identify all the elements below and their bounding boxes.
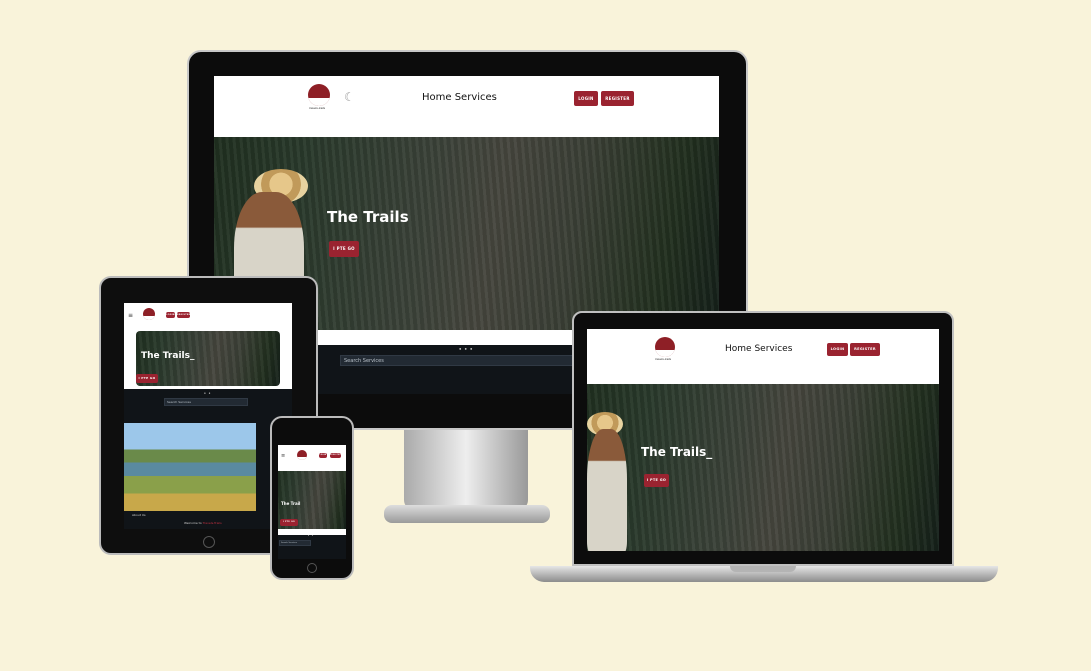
laptop-nav-links[interactable]: Home Services: [725, 344, 792, 354]
hero-go-button[interactable]: I PTE GO: [329, 241, 359, 257]
tablet-hero: The Trails_ I PTE GO: [136, 331, 280, 386]
laptop-logo-text: travels-trails: [655, 357, 672, 361]
tablet-hero-button[interactable]: I PTE GO: [136, 374, 158, 383]
tablet-login-button[interactable]: LOGIN: [166, 312, 175, 318]
moon-icon[interactable]: ☾: [344, 90, 355, 104]
phone-hero-button[interactable]: I PTE GO: [280, 519, 298, 526]
menu-icon[interactable]: ≡: [128, 312, 133, 319]
laptop-hero: The Trails_ I PTE GO: [587, 384, 939, 551]
phone: ≡ LOGIN REGISTER The Trail I PTE GO ● ● …: [270, 416, 354, 580]
laptop-login-button[interactable]: LOGIN: [827, 343, 848, 356]
desktop-navbar: travels-trails ☾ Home Services LOGIN REG…: [214, 76, 719, 137]
tablet-logo-icon[interactable]: [143, 308, 155, 320]
phone-screen: ≡ LOGIN REGISTER The Trail I PTE GO ● ● …: [278, 445, 346, 559]
landscape-image: [124, 423, 256, 511]
phone-menu-icon[interactable]: ≡: [281, 453, 285, 459]
phone-hero: The Trail I PTE GO: [278, 471, 346, 529]
laptop-screen: travels-trails Home Services LOGIN REGIS…: [587, 329, 939, 551]
laptop: travels-trails Home Services LOGIN REGIS…: [572, 311, 954, 566]
phone-home-button[interactable]: [307, 563, 317, 573]
tablet-screen: ≡ LOGIN REGISTER The Trails_ I PTE GO ● …: [124, 303, 292, 529]
laptop-hero-button[interactable]: I PTE GO: [644, 474, 669, 487]
laptop-navbar: travels-trails Home Services LOGIN REGIS…: [587, 329, 939, 384]
monitor-base: [384, 505, 550, 523]
carousel-dots[interactable]: ● ● ●: [459, 346, 473, 351]
tablet-navbar: ≡ LOGIN REGISTER: [124, 303, 292, 331]
register-button[interactable]: REGISTER: [601, 91, 634, 106]
logo-icon[interactable]: [308, 84, 330, 106]
about-label: About Us: [132, 513, 146, 517]
laptop-logo-icon[interactable]: [655, 337, 675, 357]
tablet-home-button[interactable]: [203, 536, 215, 548]
tablet-search-input[interactable]: Search Services: [164, 398, 248, 406]
phone-login-button[interactable]: LOGIN: [319, 453, 327, 458]
phone-hero-title: The Trail: [281, 501, 301, 506]
phone-register-button[interactable]: REGISTER: [330, 453, 341, 458]
laptop-woman-image: [587, 429, 627, 551]
phone-carousel-dots[interactable]: ● ●: [308, 535, 314, 537]
tablet-register-button[interactable]: REGISTER: [177, 312, 190, 318]
laptop-register-button[interactable]: REGISTER: [850, 343, 880, 356]
logo-text: travels-trails: [309, 106, 326, 110]
tablet-carousel-dots[interactable]: ● ●: [204, 391, 211, 395]
hero-title: The Trails: [327, 208, 409, 226]
search-input[interactable]: Search Services: [340, 355, 590, 366]
phone-navbar: ≡ LOGIN REGISTER: [278, 445, 346, 471]
nav-links[interactable]: Home Services: [422, 92, 497, 103]
tablet-hero-title: The Trails_: [141, 351, 195, 361]
welcome-text: Welcome to Travels-Trails: [184, 521, 222, 525]
laptop-hero-title: The Trails_: [641, 445, 713, 459]
login-button[interactable]: LOGIN: [574, 91, 598, 106]
phone-logo-icon[interactable]: [297, 450, 307, 460]
phone-search-input[interactable]: Search Services: [279, 540, 311, 546]
